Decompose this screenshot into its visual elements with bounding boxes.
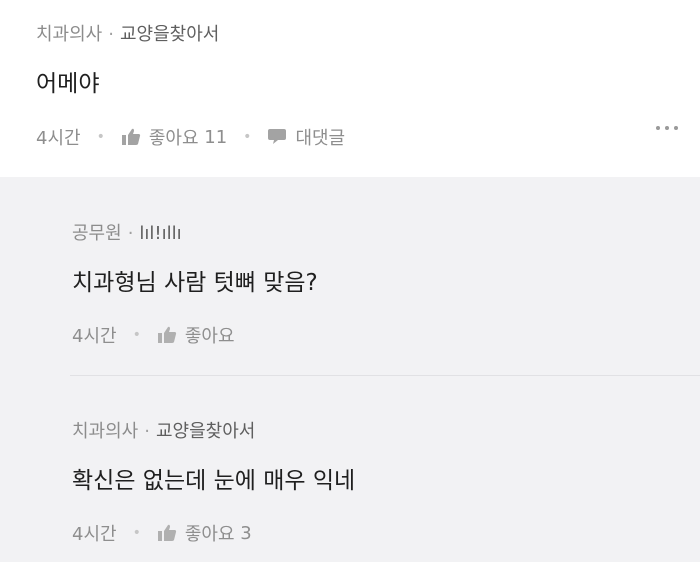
- action-separator: •: [243, 129, 252, 145]
- speech-bubble-icon: [268, 129, 287, 144]
- thumbs-up-icon: [157, 524, 176, 541]
- like-label: 좋아요: [184, 326, 235, 347]
- reply-text: 치과형님 사람 텃뼈 맞음?: [72, 270, 318, 296]
- comment-time: 4시간: [36, 128, 81, 149]
- reply-meta: 치과의사 · 교양을찾아서: [72, 417, 255, 443]
- more-dot: [674, 126, 678, 130]
- thumbs-up-icon: [121, 128, 140, 145]
- like-label: 좋아요: [184, 524, 235, 545]
- meta-separator: ·: [108, 24, 114, 45]
- comment-author[interactable]: 치과의사: [36, 24, 102, 45]
- reply-label: 대댓글: [295, 128, 346, 149]
- reply-like-button[interactable]: 좋아요 3: [157, 520, 252, 546]
- reply-actions: 4시간 • 좋아요: [72, 322, 235, 348]
- meta-separator: ·: [127, 223, 134, 244]
- reply-list: 공무원 · lıl!ıllı 치과형님 사람 텃뼈 맞음? 4시간 • 좋아요 치과…: [0, 177, 700, 562]
- like-count: 3: [240, 522, 252, 544]
- comment: 치과의사 · 교양을찾아서 어메야 4시간 • 좋아요 11 • 대댓글: [0, 0, 700, 177]
- reply-divider: [70, 375, 700, 376]
- more-dot: [656, 126, 660, 130]
- reply-actions: 4시간 • 좋아요 3: [72, 520, 252, 546]
- comment-actions: 4시간 • 좋아요 11 • 대댓글: [36, 124, 345, 150]
- reply-button[interactable]: 대댓글: [267, 124, 345, 150]
- reply-like-button[interactable]: 좋아요: [157, 322, 235, 348]
- action-separator: •: [96, 129, 105, 145]
- reply-meta: 공무원 · lıl!ıllı: [72, 219, 182, 245]
- thumbs-up-icon: [157, 326, 176, 343]
- reply-author[interactable]: 치과의사: [72, 421, 138, 442]
- action-separator: •: [132, 525, 141, 541]
- reply-author[interactable]: 공무원: [72, 223, 122, 244]
- like-label: 좋아요: [148, 128, 199, 149]
- reply-text: 확신은 없는데 눈에 매우 익네: [72, 468, 356, 494]
- comment-meta: 치과의사 · 교양을찾아서: [36, 20, 219, 46]
- action-separator: •: [132, 327, 141, 343]
- reply-time: 4시간: [72, 524, 117, 545]
- reply-board[interactable]: 교양을찾아서: [156, 421, 255, 442]
- comment-board[interactable]: 교양을찾아서: [120, 24, 219, 45]
- comment-like-button[interactable]: 좋아요 11: [121, 124, 227, 150]
- meta-separator: ·: [144, 421, 150, 442]
- reply-time: 4시간: [72, 326, 117, 347]
- more-dots-icon[interactable]: [656, 126, 678, 130]
- more-dot: [665, 126, 669, 130]
- comment-text: 어메야: [36, 71, 100, 97]
- reply-board[interactable]: lıl!ıllı: [139, 223, 181, 244]
- like-count: 11: [204, 126, 228, 148]
